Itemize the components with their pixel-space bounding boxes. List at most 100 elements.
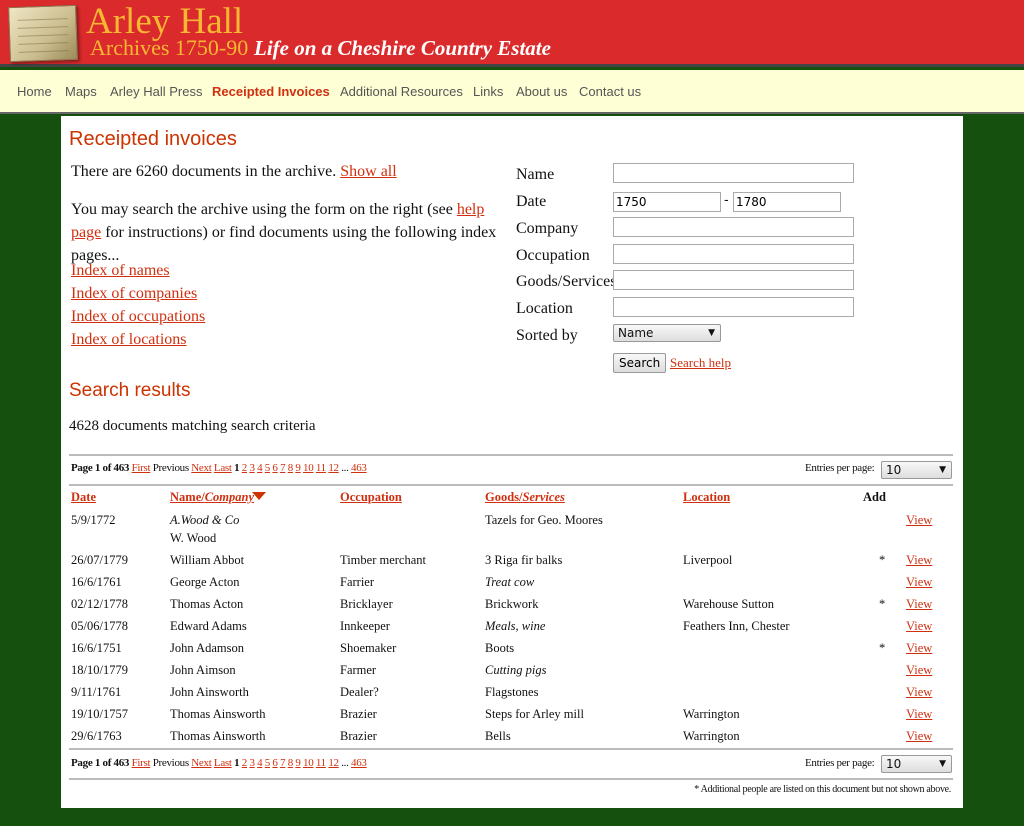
company-input[interactable]	[613, 217, 854, 237]
view-link[interactable]: View	[906, 619, 932, 634]
date-to-input[interactable]	[733, 192, 841, 212]
sort-date-header[interactable]: Date	[71, 490, 96, 505]
search-help-link[interactable]: Search help	[670, 355, 731, 371]
page-link[interactable]: 4	[257, 462, 263, 474]
page-link[interactable]: 4	[257, 757, 263, 769]
table-row: 18/10/1779 John Aimson Farmer Cutting pigs V…	[61, 661, 961, 683]
location-cell: Warrington	[683, 729, 740, 743]
first-page-link[interactable]: First	[132, 462, 151, 474]
view-link[interactable]: View	[906, 707, 932, 722]
index-names-link[interactable]: Index of names	[71, 259, 170, 282]
nav-about-us[interactable]: About us	[516, 84, 567, 99]
page-link[interactable]: 5	[265, 757, 271, 769]
page-link-last[interactable]: 463	[351, 757, 367, 769]
name-cell: William Abbot	[170, 553, 245, 567]
page-link-last[interactable]: 463	[351, 462, 367, 474]
page-link[interactable]: 7	[280, 757, 286, 769]
index-locations-link[interactable]: Index of locations	[71, 328, 187, 351]
page-link[interactable]: 3	[249, 757, 255, 769]
current-page: 1	[234, 462, 240, 474]
page-link[interactable]: 9	[295, 757, 301, 769]
page-link[interactable]: 6	[272, 462, 278, 474]
nav-arley-hall-press[interactable]: Arley Hall Press	[110, 84, 202, 99]
current-page: 1	[234, 757, 240, 769]
name-cell-secondary: W. Wood	[170, 531, 217, 545]
index-companies-link[interactable]: Index of companies	[71, 282, 197, 305]
company-header: Company	[204, 490, 255, 504]
page-link[interactable]: 8	[288, 462, 294, 474]
page-link[interactable]: 11	[316, 757, 326, 769]
name-input[interactable]	[613, 163, 854, 183]
name-cell: John Ainsworth	[170, 685, 249, 699]
index-occupations-link[interactable]: Index of occupations	[71, 305, 205, 328]
next-page-link[interactable]: Next	[191, 462, 211, 474]
page-link[interactable]: 3	[249, 462, 255, 474]
name-cell: John Adamson	[170, 641, 244, 655]
view-link[interactable]: View	[906, 513, 932, 528]
nav-additional-resources[interactable]: Additional Resources	[340, 84, 463, 99]
location-cell: Warrington	[683, 707, 740, 721]
page-link[interactable]: 12	[328, 757, 339, 769]
sort-location-header[interactable]: Location	[683, 490, 730, 505]
date-from-input[interactable]	[613, 192, 721, 212]
goods-cell: Tazels for Geo. Moores	[485, 513, 603, 527]
nav-maps[interactable]: Maps	[65, 84, 97, 99]
sort-occupation-header[interactable]: Occupation	[340, 490, 402, 505]
view-link[interactable]: View	[906, 729, 932, 744]
logo-document-image[interactable]	[8, 4, 78, 63]
sorted-by-select[interactable]: Name ▼	[613, 324, 721, 342]
sorted-by-value: Name	[618, 326, 654, 340]
page-link[interactable]: 6	[272, 757, 278, 769]
goods-cell: 3 Riga fir balks	[485, 553, 563, 567]
site-subtitle: Archives 1750-90	[90, 35, 249, 60]
page-link[interactable]: 9	[295, 462, 301, 474]
view-link[interactable]: View	[906, 685, 932, 700]
page-link[interactable]: 10	[303, 462, 314, 474]
nav-contact-us[interactable]: Contact us	[579, 84, 641, 99]
date-separator: -	[724, 193, 729, 208]
content-panel: Receipted invoices There are 6260 docume…	[61, 116, 963, 808]
entries-per-page-select-top[interactable]: 10 ▼	[881, 461, 952, 479]
page-link[interactable]: 8	[288, 757, 294, 769]
previous-page-text: Previous	[152, 462, 189, 474]
last-page-link[interactable]: Last	[214, 757, 232, 769]
date-cell: 16/6/1751	[71, 641, 122, 655]
name-cell: A.Wood & Co	[170, 513, 240, 527]
next-page-link[interactable]: Next	[191, 757, 211, 769]
name-cell: Thomas Acton	[170, 597, 244, 611]
page-link[interactable]: 7	[280, 462, 286, 474]
view-link[interactable]: View	[906, 597, 932, 612]
page-link[interactable]: 5	[265, 462, 271, 474]
archive-count: There are 6260 documents in the archive.…	[71, 160, 397, 183]
page-link[interactable]: 2	[242, 462, 248, 474]
search-button[interactable]: Search	[613, 353, 667, 373]
name-label: Name	[516, 166, 555, 183]
nav-home[interactable]: Home	[17, 84, 52, 99]
location-input[interactable]	[613, 297, 854, 317]
nav-links[interactable]: Links	[473, 84, 503, 99]
first-page-link[interactable]: First	[132, 757, 151, 769]
entries-per-page-select-bottom[interactable]: 10 ▼	[881, 755, 952, 773]
sort-name-company-header[interactable]: Name/Company	[170, 490, 254, 505]
show-all-link[interactable]: Show all	[340, 163, 396, 180]
view-link[interactable]: View	[906, 553, 932, 568]
date-label: Date	[516, 193, 547, 210]
view-link[interactable]: View	[906, 575, 932, 590]
sort-goods-services-header[interactable]: Goods/Services	[485, 490, 565, 505]
view-link[interactable]: View	[906, 663, 932, 678]
intro-text-1: You may search the archive using the for…	[71, 201, 453, 218]
nav-receipted-invoices[interactable]: Receipted Invoices	[212, 84, 330, 99]
page-link[interactable]: 12	[328, 462, 339, 474]
occupation-input[interactable]	[613, 244, 854, 264]
goods-cell: Brickwork	[485, 597, 539, 611]
view-link[interactable]: View	[906, 641, 932, 656]
goods-services-input[interactable]	[613, 270, 854, 290]
date-cell: 18/10/1779	[71, 663, 128, 677]
occupation-label: Occupation	[516, 247, 590, 264]
dropdown-arrow-icon: ▼	[708, 328, 715, 338]
page-link[interactable]: 2	[242, 757, 248, 769]
last-page-link[interactable]: Last	[214, 462, 232, 474]
table-row: 5/9/1772 A.Wood & Co W. Wood Tazels for Geo…	[61, 511, 961, 551]
page-link[interactable]: 11	[316, 462, 326, 474]
page-link[interactable]: 10	[303, 757, 314, 769]
